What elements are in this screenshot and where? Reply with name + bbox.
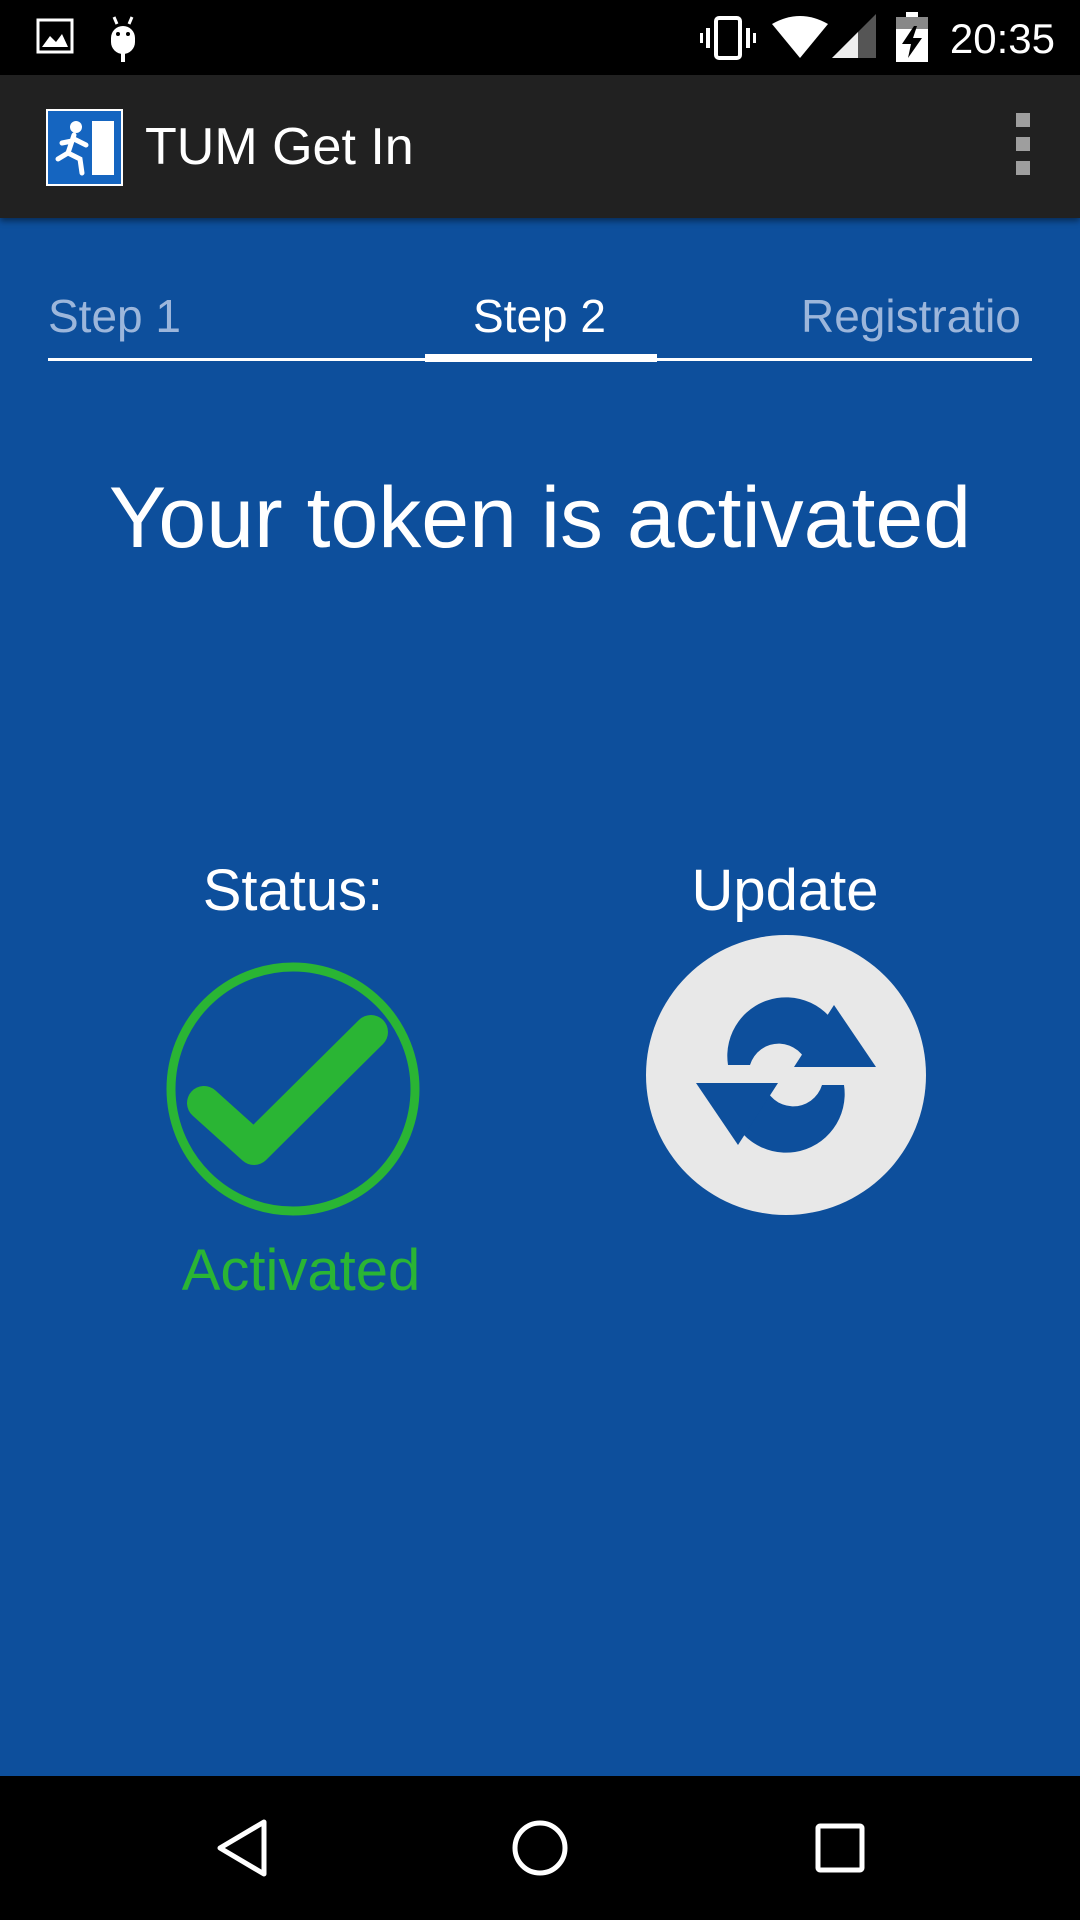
step-tabs: Step 1 Step 2 Registratio xyxy=(48,270,1032,365)
vibrate-icon xyxy=(700,16,756,60)
refresh-icon xyxy=(696,997,876,1153)
update-label: Update xyxy=(691,858,879,923)
android-debug-icon xyxy=(111,16,135,62)
battery-charging-icon xyxy=(896,12,928,62)
recents-icon[interactable] xyxy=(804,1812,876,1884)
back-icon[interactable] xyxy=(206,1812,278,1884)
tab-step-2[interactable]: Step 2 xyxy=(473,288,606,344)
system-nav-bar xyxy=(0,1776,1080,1920)
app-title: TUM Get In xyxy=(145,118,414,176)
update-button[interactable] xyxy=(646,935,926,1215)
app-bar: TUM Get In xyxy=(0,75,1080,218)
image-icon xyxy=(36,18,74,54)
tab-indicator xyxy=(425,354,657,362)
tab-step-1[interactable]: Step 1 xyxy=(48,288,181,344)
page-title: Your token is activated xyxy=(108,470,972,566)
signal-icon xyxy=(832,14,876,58)
exit-running-man-icon xyxy=(46,109,123,186)
tab-registration[interactable]: Registratio xyxy=(801,288,1021,344)
status-bar: 20:35 xyxy=(0,0,1080,75)
check-circle-icon xyxy=(166,962,420,1216)
status-label: Status: xyxy=(202,858,384,923)
clock: 20:35 xyxy=(949,15,1055,62)
wifi-icon xyxy=(772,16,828,58)
home-icon[interactable] xyxy=(504,1812,576,1884)
overflow-menu-icon[interactable] xyxy=(1008,113,1038,179)
status-value: Activated xyxy=(181,1238,421,1303)
